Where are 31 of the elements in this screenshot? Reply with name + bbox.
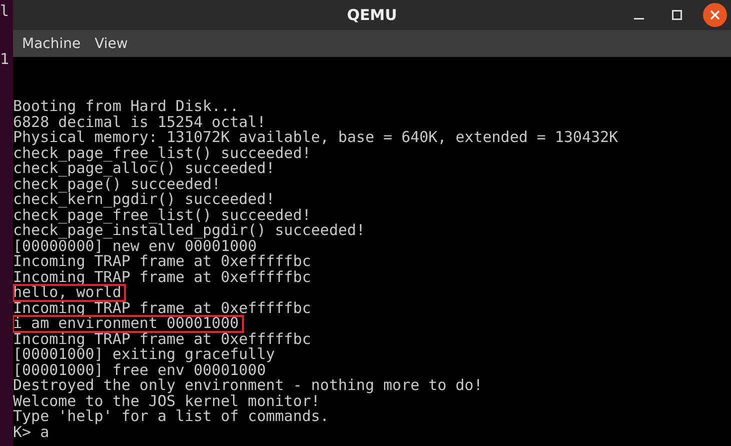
maximize-icon [672, 10, 682, 20]
console-line: Physical memory: 131072K available, base = 640K, extended = 130432K [13, 130, 618, 146]
console-line: Incoming TRAP frame at 0xefffffbc [13, 332, 312, 347]
close-icon [710, 10, 720, 20]
console-line: check_kern_pgdir() succeeded! [13, 192, 275, 208]
console-line: [00001000] exiting gracefully [13, 347, 275, 362]
menu-item[interactable]: View [94, 36, 128, 52]
console-line: check_page_free_list() succeeded! [13, 208, 312, 223]
console-line: check_page_free_list() succeeded! [13, 146, 312, 161]
console-line: Incoming TRAP frame at 0xefffffbc [13, 300, 312, 316]
console-line: Type 'help' for a list of commands. [13, 409, 330, 424]
console-line: Welcome to the JOS kernel monitor! [13, 394, 320, 409]
console-line: check_page() succeeded! [13, 176, 221, 192]
console-line: Destroyed the only environment - nothing more to do! [13, 378, 483, 394]
console-line: 6828 decimal is 15254 octal! [13, 114, 266, 130]
console-line: Incoming TRAP frame at 0xefffffbc [13, 254, 312, 270]
console-line: [00001000] free env 00001000 [13, 362, 266, 378]
console-line: check_page_installed_pgdir() succeeded! [13, 223, 366, 238]
minimize-icon [634, 18, 644, 20]
console-line: [00000000] new env 00001000 [13, 238, 257, 254]
background-terminal-text: l [0, 2, 10, 20]
background-terminal-text: 1 [0, 50, 10, 68]
window-title: QEMU [346, 6, 398, 24]
console-line: Incoming TRAP frame at 0xefffffbc [13, 270, 312, 285]
menu-item[interactable]: Machine [22, 36, 81, 52]
console-line: Booting from Hard Disk... [13, 99, 239, 114]
console-line: K> a [13, 424, 50, 440]
highlighted-console-line: i am environment 00001000 [13, 316, 243, 332]
highlighted-console-line: hello, world [13, 285, 126, 300]
close-button[interactable] [703, 3, 727, 27]
console-line: check_page_alloc() succeeded! [13, 161, 275, 176]
